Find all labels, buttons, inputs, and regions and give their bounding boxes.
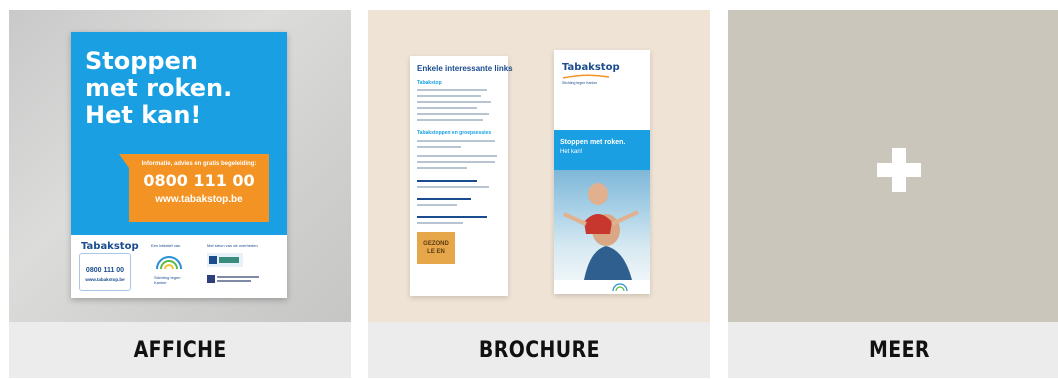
poster-headline-line3: Het kan! [85, 101, 202, 129]
brochure-back-page: Enkele interessante links Tabakstop Taba… [410, 56, 513, 296]
brochure-family-photo [554, 170, 650, 280]
poster-phone: 0800 111 00 [143, 171, 255, 190]
stichting-label: Stichting tegen Kanker [154, 275, 181, 285]
brochure-sub-groepsessies: Tabakstoppen en groepsessies [417, 130, 492, 136]
card-meer[interactable]: MEER [728, 10, 1058, 378]
initiative-label: Een initiatief van [151, 243, 181, 248]
support-label: Met steun van de overheden [207, 243, 258, 248]
brochure-blue-band: Stoppen met roken. Het kan! [554, 130, 650, 170]
caption-meer-label: MEER [868, 337, 930, 363]
brochure-image[interactable]: Enkele interessante links Tabakstop Taba… [368, 10, 710, 322]
poster-box-url: www.tabakstop.be [85, 277, 125, 282]
poster-headline-line1: Stoppen [85, 47, 198, 75]
government-logo-icon [207, 275, 259, 283]
poster-info-text: Informatie, advies en gratis begeleiding… [141, 161, 257, 167]
brochure-tabakstop-logo: Tabakstop [562, 62, 620, 73]
poster-url: www.tabakstop.be [155, 194, 243, 205]
meer-image[interactable] [728, 10, 1058, 322]
caption-brochure-label: BROCHURE [478, 337, 600, 363]
vlaanderen-logo-icon [207, 253, 243, 267]
affiche-image[interactable]: Stoppen met roken. Het kan! Informatie, … [9, 10, 351, 322]
brochure-band-title: Stoppen met roken. [560, 139, 626, 146]
brochure-tagline: Stichting tegen Kanker [562, 81, 598, 85]
brochure-links-title: Enkele interessante links [417, 64, 513, 73]
caption-affiche-label: AFFICHE [133, 337, 227, 363]
brochure-stichting-icon [612, 283, 628, 292]
plus-icon[interactable] [877, 148, 921, 192]
poster-info-bubble: Informatie, advies en gratis begeleiding… [119, 154, 269, 222]
poster-box-phone: 0800 111 00 [85, 267, 125, 274]
father-child-photo-icon [563, 183, 639, 280]
poster-headline: Stoppen met roken. Het kan! [85, 48, 232, 129]
caption-affiche[interactable]: AFFICHE [9, 322, 351, 378]
card-affiche[interactable]: Stoppen met roken. Het kan! Informatie, … [9, 10, 351, 378]
brochure-band-sub: Het kan! [560, 149, 583, 155]
brochure-sub-tabakstop: Tabakstop [417, 80, 442, 86]
caption-meer[interactable]: MEER [728, 322, 1058, 378]
caption-brochure[interactable]: BROCHURE [368, 322, 710, 378]
brochure-front-page: Tabakstop Stichting tegen Kanker Stoppen… [554, 50, 650, 294]
gezond-leven-badge: GEZOND LE EN [417, 232, 455, 264]
poster-footer: Tabakstop 0800 111 00 www.tabakstop.be E… [71, 235, 287, 298]
card-brochure[interactable]: Enkele interessante links Tabakstop Taba… [368, 10, 710, 378]
poster-headline-line2: met roken. [85, 74, 233, 102]
poster: Stoppen met roken. Het kan! Informatie, … [71, 32, 287, 298]
poster-contact-box: 0800 111 00 www.tabakstop.be [79, 253, 131, 291]
tabakstop-logo: Tabakstop [81, 241, 139, 252]
logo-swoosh-icon [562, 74, 610, 79]
stichting-logo-icon [156, 256, 182, 270]
